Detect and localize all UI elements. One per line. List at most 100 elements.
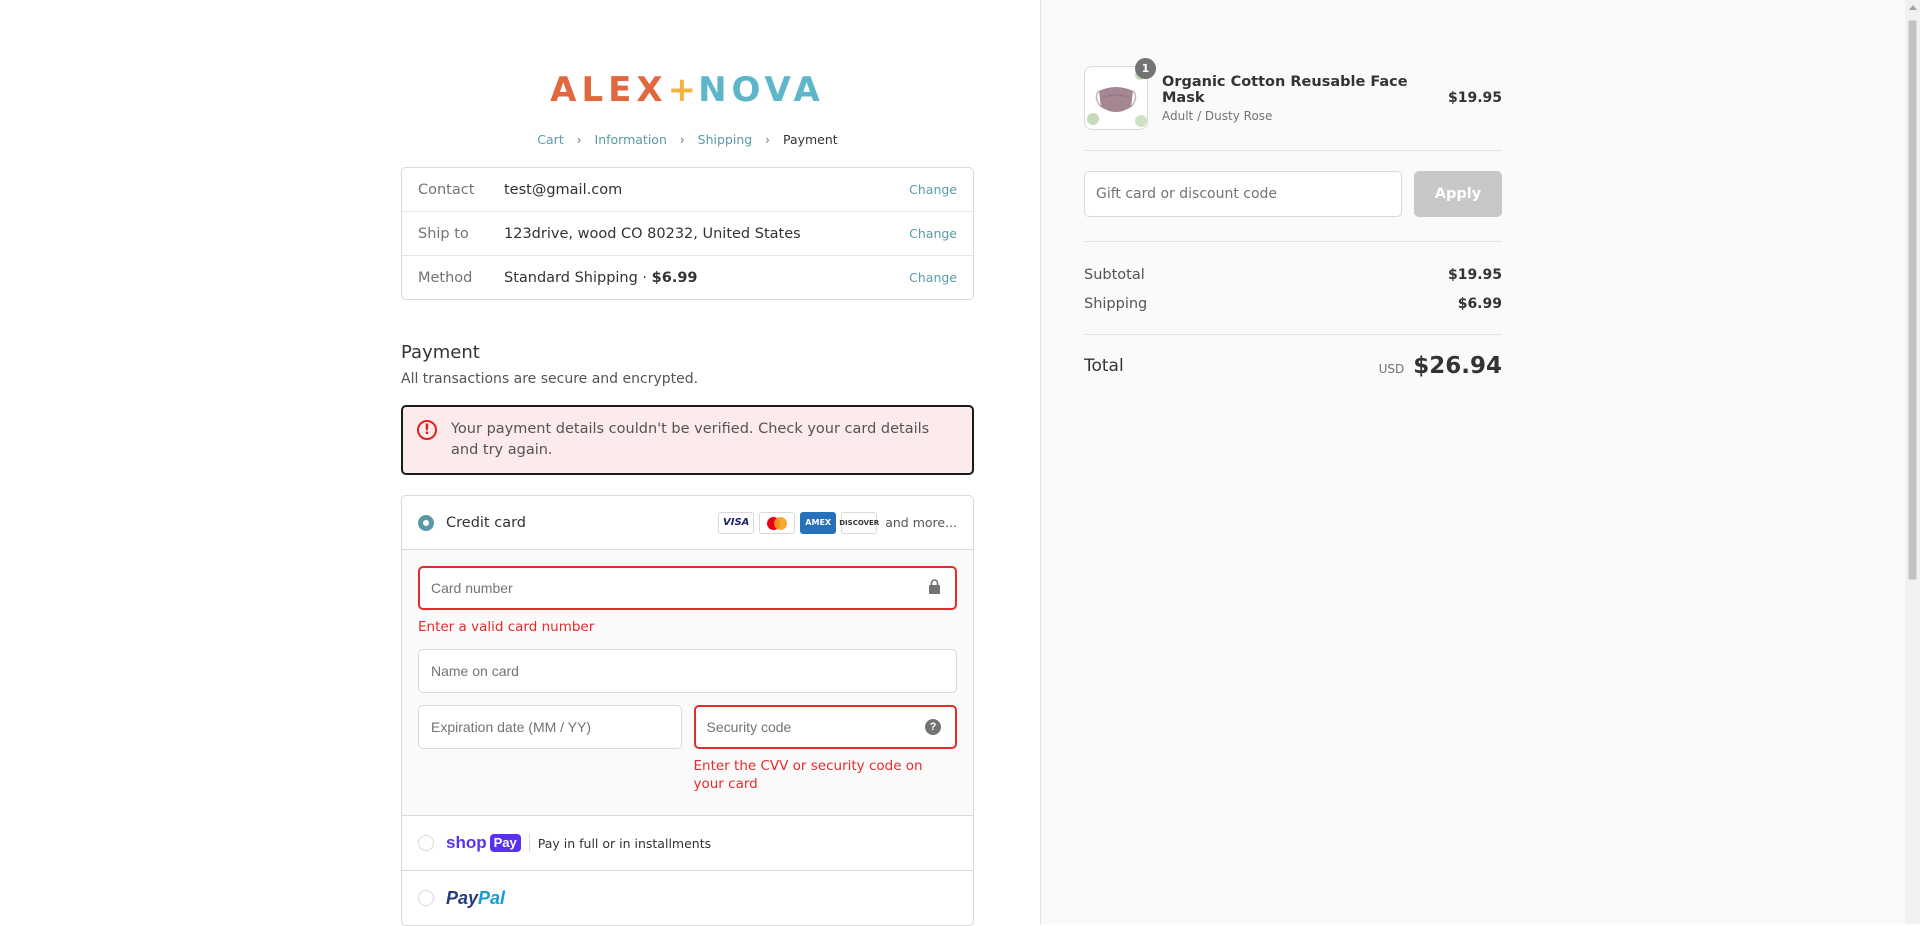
quantity-badge: 1 xyxy=(1135,58,1156,79)
payment-error-banner: ! Your payment details couldn't be verif… xyxy=(401,405,974,475)
shipping-method-price: $6.99 xyxy=(651,269,698,286)
product-info: Organic Cotton Reusable Face Mask Adult … xyxy=(1162,74,1448,123)
divider xyxy=(528,834,530,852)
subtotal-label: Subtotal xyxy=(1084,266,1145,283)
total-label: Total xyxy=(1084,356,1124,376)
product-line-item: 1 Organic Cotton Reusable Face Mask Adul… xyxy=(1084,58,1502,151)
discover-icon: DISCOVER xyxy=(839,511,879,534)
breadcrumb-payment: Payment xyxy=(782,132,838,147)
and-more-text: and more... xyxy=(885,515,957,530)
review-block: Contact test@gmail.com Change Ship to 12… xyxy=(401,167,974,300)
mastercard-icon xyxy=(759,511,796,534)
help-icon[interactable]: ? xyxy=(925,719,941,735)
review-label: Ship to xyxy=(418,225,469,242)
payment-subtitle: All transactions are secure and encrypte… xyxy=(401,371,699,387)
total-amount: $26.94 xyxy=(1413,353,1502,379)
expiration-date-input[interactable]: Expiration date (MM / YY) xyxy=(418,705,682,749)
review-method: Method Standard Shipping · $6.99 Change xyxy=(402,255,973,299)
card-number-placeholder: Card number xyxy=(431,580,513,596)
discount-code-input[interactable]: Gift card or discount code xyxy=(1084,171,1402,217)
store-logo[interactable]: ALEX+NOVA xyxy=(401,70,974,110)
name-on-card-placeholder: Name on card xyxy=(431,663,519,679)
review-value: Standard Shipping · $6.99 xyxy=(504,270,909,286)
product-name: Organic Cotton Reusable Face Mask xyxy=(1162,73,1408,106)
chevron-right-icon: › xyxy=(679,133,685,147)
card-brands: VISA AMEX DISCOVER and more... xyxy=(718,511,957,534)
order-summary-panel: 1 Organic Cotton Reusable Face Mask Adul… xyxy=(1040,0,1906,924)
lock-icon xyxy=(928,579,941,597)
shipping-method-name: Standard Shipping · xyxy=(504,269,652,286)
visa-icon: VISA xyxy=(718,511,755,534)
security-column: Security code ? Enter the CVV or securit… xyxy=(693,705,957,793)
shop-pay-logo: shop Pay xyxy=(446,833,521,853)
payment-option-paypal[interactable]: PayPal xyxy=(402,871,973,925)
subtotal-line: Subtotal $19.95 xyxy=(1084,260,1502,289)
total-line: Total USD $26.94 xyxy=(1084,335,1502,379)
expiration-placeholder: Expiration date (MM / YY) xyxy=(431,719,592,735)
cost-lines: Subtotal $19.95 Shipping $6.99 xyxy=(1084,242,1502,335)
security-code-placeholder: Security code xyxy=(706,719,792,735)
shop-pay-logo-pay: Pay xyxy=(489,834,521,852)
checkout-main-panel: ALEX+NOVA Cart › Information › Shipping … xyxy=(0,0,1040,926)
review-value: 123drive, wood CO 80232, United States xyxy=(504,225,801,242)
shop-pay-desc: Pay in full or in installments xyxy=(537,835,712,851)
shop-pay-logo-shop: shop xyxy=(446,833,487,852)
card-number-error: Enter a valid card number xyxy=(418,619,595,635)
paypal-logo: PayPal xyxy=(446,888,505,909)
change-ship-to-link[interactable]: Change xyxy=(909,226,957,241)
payment-option-shop-pay[interactable]: shop Pay Pay in full or in installments xyxy=(402,816,973,871)
chevron-right-icon: › xyxy=(576,133,582,147)
review-label: Method xyxy=(418,269,473,286)
currency-code: USD xyxy=(1378,362,1405,376)
apply-button[interactable]: Apply xyxy=(1414,171,1502,217)
expiry-security-row: Expiration date (MM / YY) Security code … xyxy=(418,705,957,793)
logo-alex: ALEX xyxy=(550,70,668,110)
paypal-radio[interactable] xyxy=(418,890,434,906)
logo-nova: NOVA xyxy=(698,70,825,110)
shop-pay-radio[interactable] xyxy=(418,835,434,851)
breadcrumb-shipping[interactable]: Shipping xyxy=(698,132,753,147)
breadcrumb-cart[interactable]: Cart xyxy=(537,132,563,147)
change-contact-link[interactable]: Change xyxy=(909,182,957,197)
card-number-input[interactable]: Card number xyxy=(418,566,957,610)
shipping-label: Shipping xyxy=(1084,295,1148,312)
order-summary: 1 Organic Cotton Reusable Face Mask Adul… xyxy=(1084,0,1502,379)
error-icon: ! xyxy=(417,420,437,440)
credit-card-label: Credit card xyxy=(446,514,526,531)
shipping-amount: $6.99 xyxy=(1457,295,1502,312)
error-banner-text: Your payment details couldn't be verifie… xyxy=(451,421,930,458)
review-ship-to: Ship to 123drive, wood CO 80232, United … xyxy=(402,211,973,255)
payment-methods: Credit card VISA AMEX DISCOVER and more.… xyxy=(401,495,974,926)
total-value: USD $26.94 xyxy=(1379,353,1502,379)
review-label: Contact xyxy=(418,181,475,198)
scrollbar-thumb[interactable] xyxy=(1908,20,1917,580)
discount-placeholder: Gift card or discount code xyxy=(1096,186,1278,202)
scroll-up-icon[interactable] xyxy=(1909,5,1917,10)
product-variant: Adult / Dusty Rose xyxy=(1162,108,1273,123)
product-price: $19.95 xyxy=(1447,90,1502,106)
amex-icon: AMEX xyxy=(800,511,837,534)
name-on-card-input[interactable]: Name on card xyxy=(418,649,957,693)
change-method-link[interactable]: Change xyxy=(909,270,957,285)
breadcrumb-information[interactable]: Information xyxy=(595,132,667,147)
payment-title: Payment xyxy=(401,342,480,363)
discount-row: Gift card or discount code Apply xyxy=(1084,151,1502,242)
security-code-error: Enter the CVV or security code on your c… xyxy=(693,758,923,792)
subtotal-amount: $19.95 xyxy=(1447,266,1502,283)
paypal-logo-pay: Pay xyxy=(446,887,479,908)
payment-option-credit-card[interactable]: Credit card VISA AMEX DISCOVER and more.… xyxy=(402,496,973,550)
expiry-column: Expiration date (MM / YY) xyxy=(418,705,682,793)
page-scrollbar[interactable] xyxy=(1905,0,1920,924)
review-value: test@gmail.com xyxy=(504,181,623,198)
chevron-right-icon: › xyxy=(765,133,770,147)
logo-plus: + xyxy=(667,70,699,110)
credit-card-form: Card number Enter a valid card number Na… xyxy=(402,550,973,816)
paypal-logo-pal: Pal xyxy=(478,887,506,908)
security-code-input[interactable]: Security code ? xyxy=(693,705,957,749)
review-contact: Contact test@gmail.com Change xyxy=(402,168,973,211)
credit-card-radio[interactable] xyxy=(418,514,434,531)
checkout-content: ALEX+NOVA Cart › Information › Shipping … xyxy=(401,0,974,926)
product-thumbnail: 1 xyxy=(1084,58,1156,130)
breadcrumb: Cart › Information › Shipping › Payment xyxy=(401,132,974,147)
shipping-line: Shipping $6.99 xyxy=(1084,289,1502,318)
